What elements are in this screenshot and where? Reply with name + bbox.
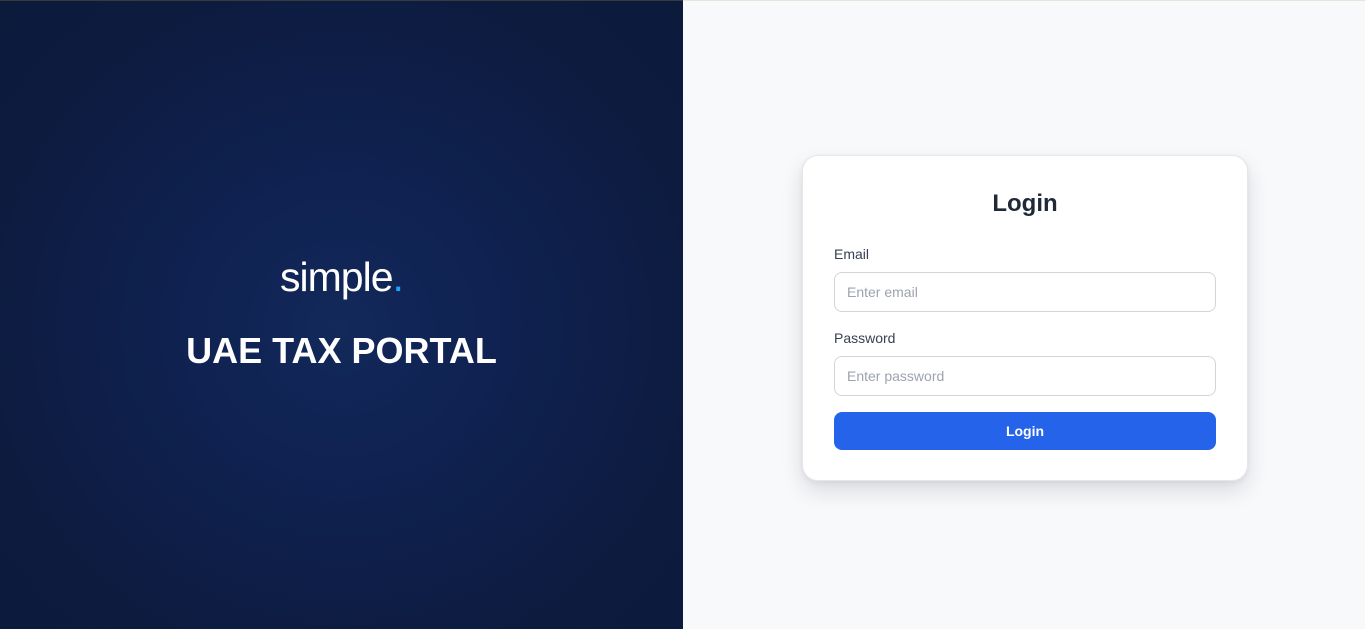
portal-title: UAE TAX PORTAL xyxy=(186,330,497,371)
brand-logo-text: simple xyxy=(280,254,393,300)
login-panel: Login Email Password Login xyxy=(683,0,1365,629)
email-field[interactable] xyxy=(834,272,1216,312)
login-card: Login Email Password Login xyxy=(802,155,1248,481)
login-page: simple. UAE TAX PORTAL Login Email Passw… xyxy=(0,0,1365,629)
login-title: Login xyxy=(992,190,1058,217)
password-field[interactable] xyxy=(834,356,1216,396)
login-button[interactable]: Login xyxy=(834,412,1216,450)
email-label: Email xyxy=(834,246,870,262)
brand-logo: simple. xyxy=(0,253,683,301)
password-label: Password xyxy=(834,330,896,346)
brand-logo-dot: . xyxy=(392,254,404,300)
brand-panel: simple. UAE TAX PORTAL xyxy=(0,0,683,629)
